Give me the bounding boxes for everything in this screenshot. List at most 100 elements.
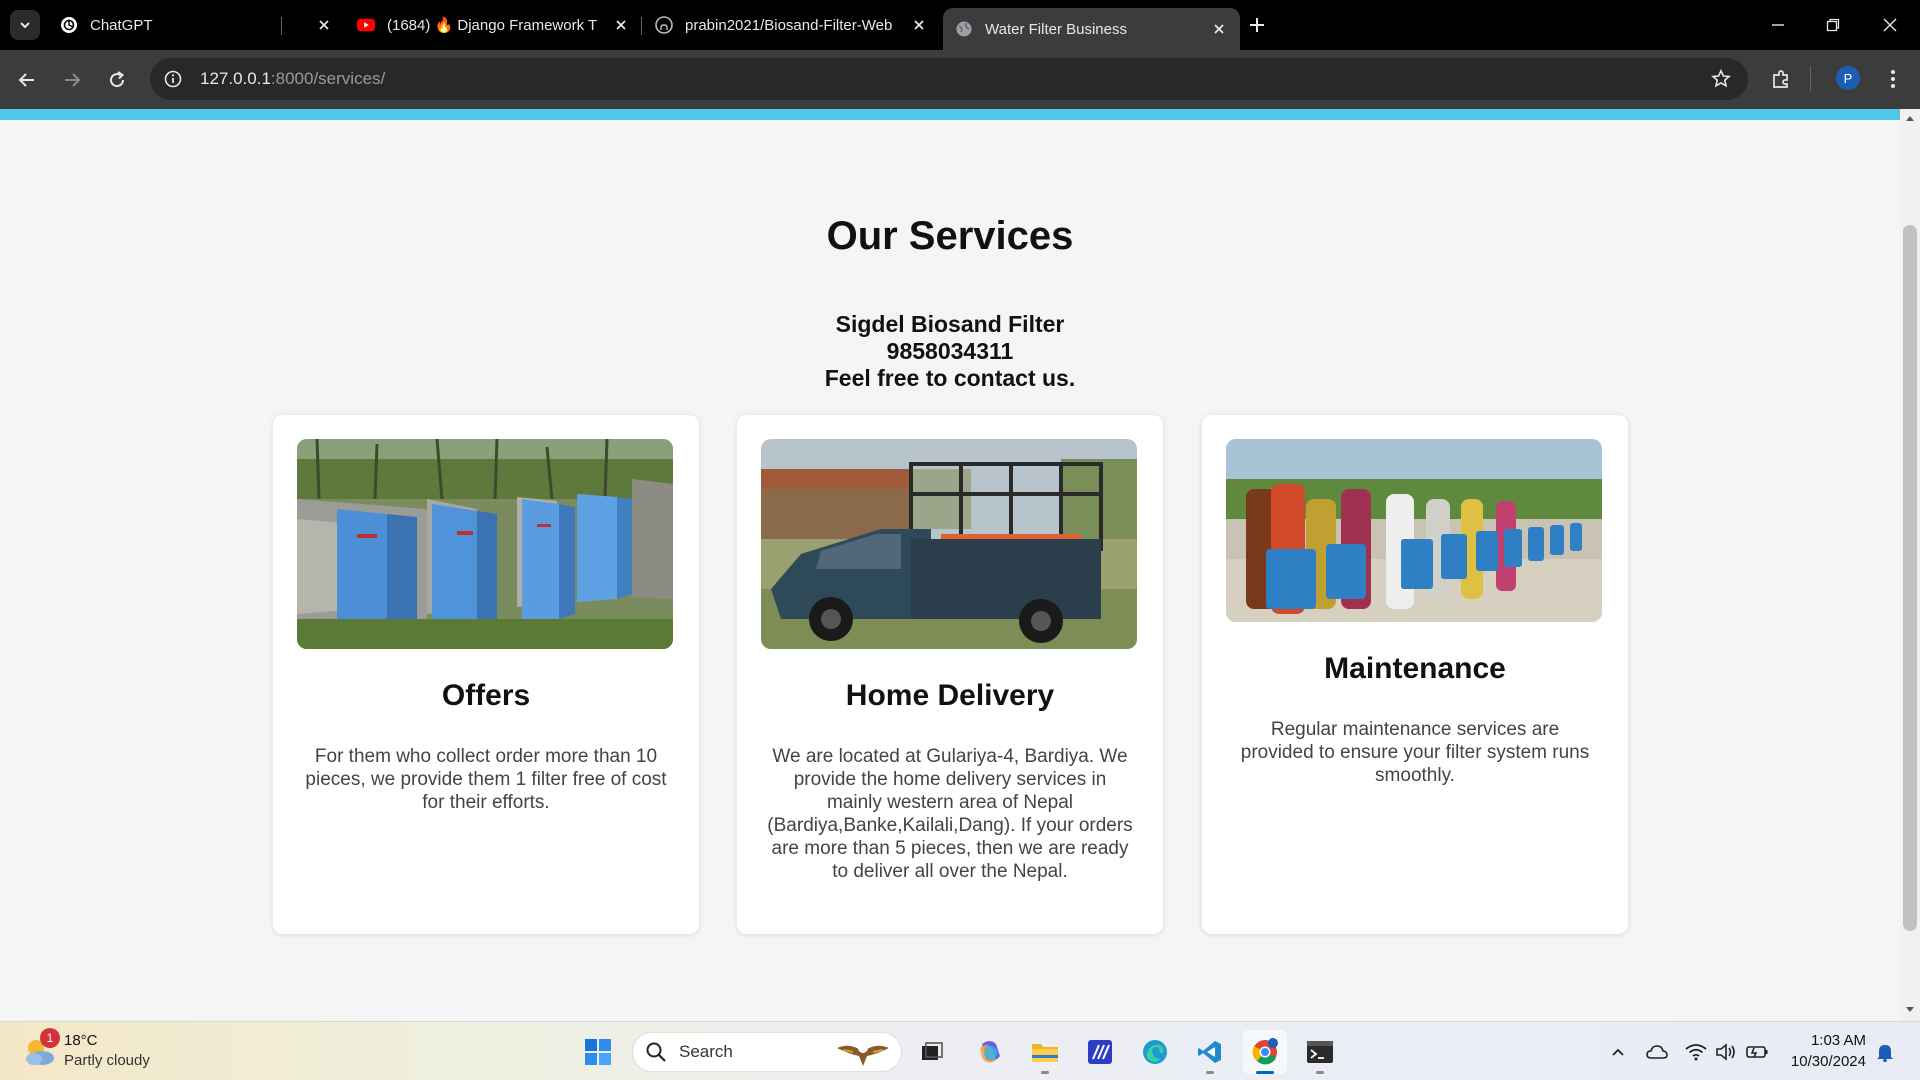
business-name: Sigdel Biosand Filter [835, 311, 1065, 337]
browser-toolbar: 127.0.0.1:8000/services/ [0, 50, 1920, 109]
close-tab-icon[interactable] [315, 16, 333, 34]
url-text: 127.0.0.1:8000/services/ [200, 69, 385, 89]
header-accent-strip [0, 109, 1900, 120]
maintenance-photo [1226, 439, 1602, 622]
vscode-icon [1198, 1041, 1221, 1063]
service-card-maintenance: Maintenance Regular maintenance services… [1202, 415, 1628, 934]
service-card-offers: Offers For them who collect order more t… [273, 415, 699, 934]
back-button[interactable] [13, 66, 41, 94]
contact-tagline: Feel free to contact us. [824, 365, 1076, 391]
address-bar[interactable]: 127.0.0.1:8000/services/ [150, 58, 1748, 100]
home-delivery-photo [761, 439, 1137, 649]
chrome-button[interactable] [1243, 1030, 1287, 1074]
puzzle-icon [1773, 70, 1788, 88]
task-view-icon [922, 1042, 943, 1060]
copilot-button[interactable] [968, 1030, 1012, 1074]
windows-logo-icon [585, 1039, 611, 1065]
tab-github[interactable]: prabin2021/Biosand-Filter-Web [643, 8, 940, 42]
bookmark-star-icon[interactable] [1710, 68, 1732, 90]
file-explorer-button[interactable] [1023, 1030, 1067, 1074]
chrome-icon [1252, 1038, 1278, 1065]
tab-title: ChatGPT [90, 16, 153, 34]
vscode-button[interactable] [1188, 1030, 1232, 1074]
tab-search-button[interactable] [10, 10, 40, 40]
tab-youtube[interactable]: (1684) 🔥 Django Framework T [345, 8, 642, 42]
close-tab-icon[interactable] [612, 16, 630, 34]
service-title: Maintenance [1324, 652, 1506, 685]
close-icon [1883, 18, 1897, 32]
globe-icon [955, 20, 973, 38]
notification-bell-icon[interactable] [1873, 1040, 1897, 1064]
task-view-button[interactable] [910, 1030, 954, 1074]
show-hidden-icons-button[interactable] [1606, 1040, 1630, 1064]
contact-block: Sigdel Biosand Filter 9858034311 Feel fr… [0, 311, 1900, 392]
site-info-icon[interactable] [162, 68, 184, 90]
scroll-down-icon[interactable] [1904, 1004, 1916, 1016]
scroll-up-icon[interactable] [1904, 112, 1916, 124]
scrollbar-thumb[interactable] [1903, 225, 1917, 931]
browser-menu-button[interactable] [1880, 66, 1906, 92]
kebab-menu-icon [1891, 70, 1895, 88]
copilot-icon [980, 1041, 1000, 1063]
service-title: Offers [441, 679, 531, 712]
tab-chatgpt[interactable]: ChatGPT [48, 8, 345, 42]
restore-icon [1826, 18, 1840, 32]
chatgpt-icon [60, 16, 78, 34]
close-window-button[interactable] [1878, 14, 1902, 36]
clock[interactable]: 1:03 AM 10/30/2024 [1784, 1030, 1866, 1072]
arrow-right-icon [65, 73, 81, 87]
terminal-icon [1307, 1041, 1333, 1063]
arrow-left-icon [18, 73, 34, 87]
tab-title: prabin2021/Biosand-Filter-Web [685, 16, 893, 34]
restore-button[interactable] [1821, 14, 1845, 36]
url-path: :8000/services/ [270, 69, 386, 88]
onedrive-icon[interactable] [1645, 1040, 1669, 1064]
tab-title: Water Filter Business [985, 20, 1127, 38]
volume-icon[interactable] [1714, 1040, 1738, 1064]
page-viewport: Our Services Sigdel Biosand Filter 98580… [0, 109, 1900, 997]
wifi-icon[interactable] [1684, 1040, 1708, 1064]
plus-icon [1250, 18, 1264, 32]
battery-icon[interactable] [1745, 1040, 1769, 1064]
service-card-home-delivery: Home Delivery We are located at Gulariya… [737, 415, 1163, 934]
tab-water-filter-business[interactable]: Water Filter Business [943, 8, 1240, 50]
offers-photo [297, 439, 673, 649]
editor-app-button[interactable] [1078, 1030, 1122, 1074]
service-description: For them who collect order more than 10 … [305, 746, 667, 813]
weather-widget[interactable]: 1 18°C Partly cloudy [22, 1028, 182, 1074]
url-host: 127.0.0.1 [200, 69, 271, 88]
search-highlight-icon [837, 1043, 889, 1066]
search-label: Search [679, 1042, 733, 1061]
tab-title: (1684) 🔥 Django Framework T [387, 17, 598, 34]
youtube-icon [357, 16, 375, 34]
service-description: Regular maintenance services are provide… [1240, 719, 1590, 786]
taskbar: 1 18°C Partly cloudy Search 1:03 AM 10/3… [0, 1021, 1920, 1080]
close-tab-icon[interactable] [910, 16, 928, 34]
folder-icon [1032, 1044, 1058, 1062]
terminal-button[interactable] [1298, 1030, 1342, 1074]
minimize-button[interactable] [1766, 14, 1790, 36]
github-icon [655, 16, 673, 34]
chevron-up-icon [1612, 1048, 1624, 1056]
new-tab-button[interactable] [1244, 12, 1270, 38]
extensions-button[interactable] [1768, 66, 1794, 92]
edge-icon [1143, 1040, 1167, 1064]
taskbar-search[interactable]: Search [632, 1032, 902, 1072]
weather-temperature: 18°C [64, 1032, 98, 1049]
edge-button[interactable] [1133, 1030, 1177, 1074]
close-tab-icon[interactable] [1210, 20, 1228, 38]
start-button[interactable] [576, 1030, 620, 1074]
service-title: Home Delivery [845, 679, 1055, 712]
tab-strip: ChatGPT (1684) 🔥 Django Framework T prab… [0, 0, 1920, 50]
phone-number: 9858034311 [886, 338, 1014, 364]
clock-time: 1:03 AM [1810, 1032, 1866, 1049]
profile-avatar[interactable]: P [1836, 66, 1860, 90]
forward-button[interactable] [58, 66, 86, 94]
reload-button[interactable] [103, 66, 131, 94]
page-title: Our Services [826, 214, 1074, 258]
reload-icon [110, 71, 125, 88]
clock-date: 10/30/2024 [1790, 1053, 1866, 1070]
pen-app-icon [1088, 1040, 1112, 1064]
notification-badge: 1 [40, 1028, 60, 1048]
weather-condition: Partly cloudy [64, 1052, 150, 1069]
